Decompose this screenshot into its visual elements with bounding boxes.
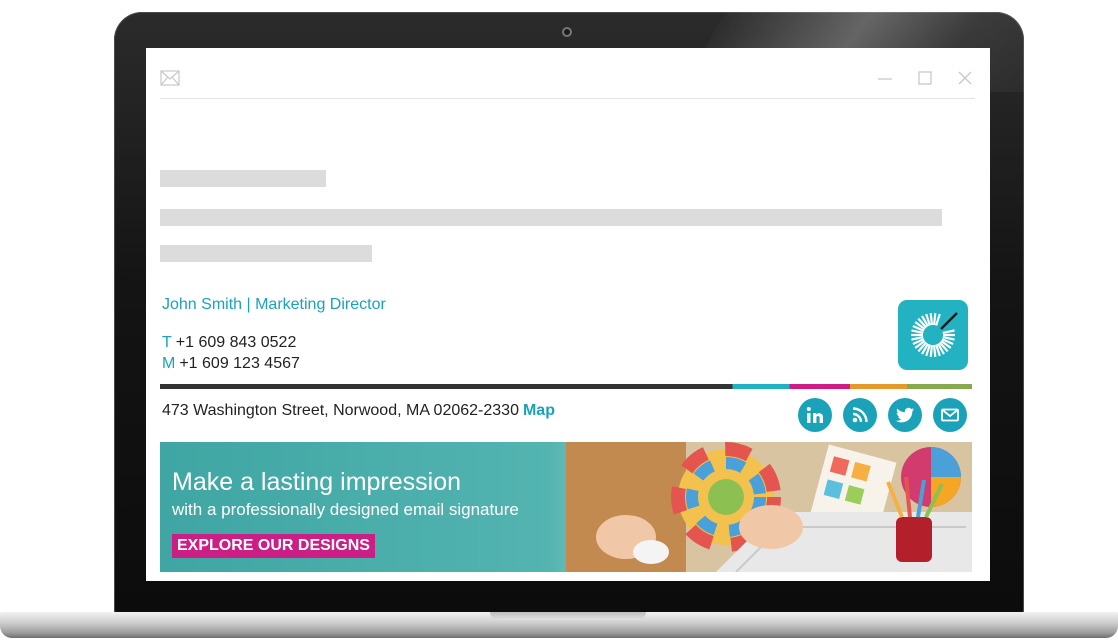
map-link[interactable]: Map [523, 402, 555, 419]
maximize-button[interactable] [915, 68, 935, 88]
designer-desk-image [566, 442, 972, 572]
signature-divider [160, 384, 972, 389]
sunburst-ray [942, 329, 955, 334]
minimize-icon [878, 78, 892, 80]
linkedin-icon [806, 407, 823, 423]
signature-address: 473 Washington Street, Norwood, MA 02062… [162, 402, 555, 420]
twitter-icon [896, 407, 914, 423]
placeholder-text-line [160, 245, 372, 262]
mobile-number: +1 609 123 4567 [179, 355, 300, 372]
mobile-key-label: M [162, 355, 176, 372]
placeholder-text-line [160, 209, 942, 226]
explore-designs-button[interactable]: EXPLORE OUR DESIGNS [172, 534, 375, 558]
sunburst-ray [932, 344, 937, 357]
logo-slash [940, 312, 958, 330]
sunburst-ray [929, 313, 934, 326]
phone-key-label: T [162, 334, 172, 351]
sunburst-ray [929, 344, 934, 357]
linkedin-button[interactable] [798, 398, 832, 432]
twitter-button[interactable] [888, 398, 922, 432]
email-window: John Smith | Marketing Director T +1 609 … [146, 48, 990, 581]
banner-subline: with a professionally designed email sig… [172, 500, 519, 519]
signature-phone: T +1 609 843 0522 [162, 334, 296, 352]
signature-name-title: John Smith | Marketing Director [162, 296, 386, 313]
maximize-icon [918, 71, 932, 85]
email-icon [941, 408, 959, 422]
rss-button[interactable] [843, 398, 877, 432]
sunburst-logo-icon [911, 312, 958, 357]
promo-banner[interactable]: Make a lasting impression with a profess… [160, 442, 972, 572]
close-icon [958, 71, 972, 85]
banner-headline: Make a lasting impression [172, 468, 462, 496]
sunburst-ray [932, 313, 937, 326]
company-logo [898, 300, 968, 370]
webcam [562, 27, 572, 37]
laptop-base-notch [490, 612, 646, 620]
sunburst-ray [935, 313, 941, 326]
window-controls [875, 68, 975, 88]
phone-number: +1 609 843 0522 [175, 334, 297, 351]
address-text: 473 Washington Street, Norwood, MA 02062… [162, 402, 519, 419]
rss-icon [852, 407, 868, 423]
close-button[interactable] [955, 68, 975, 88]
social-icons [798, 398, 967, 432]
placeholder-text-line [160, 170, 326, 187]
email-button[interactable] [933, 398, 967, 432]
window-titlebar [160, 66, 975, 99]
minimize-button[interactable] [875, 68, 895, 88]
envelope-icon [160, 70, 180, 86]
signature-mobile: M +1 609 123 4567 [162, 355, 300, 373]
